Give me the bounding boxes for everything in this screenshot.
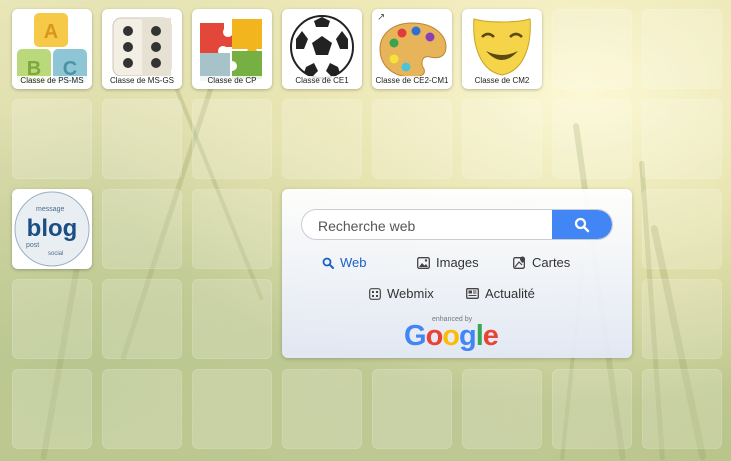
search-icon bbox=[574, 217, 590, 232]
search-widget: Web Images Cartes Webmix bbox=[282, 189, 632, 358]
tile-classe-ce1[interactable]: Classe de CE1 bbox=[282, 9, 362, 89]
tile-classe-ms-gs[interactable]: Classe de MS-GS bbox=[102, 9, 182, 89]
empty-tile[interactable] bbox=[642, 9, 722, 89]
empty-tile[interactable] bbox=[192, 99, 272, 179]
tile-label: Classe de CP bbox=[192, 76, 272, 85]
tile-classe-ps-ms[interactable]: A B C Classe de PS-MS bbox=[12, 9, 92, 89]
empty-tile[interactable] bbox=[642, 369, 722, 449]
empty-tile[interactable] bbox=[642, 189, 722, 269]
empty-tile[interactable] bbox=[12, 279, 92, 359]
empty-tile[interactable] bbox=[192, 369, 272, 449]
empty-tile[interactable] bbox=[372, 99, 452, 179]
empty-tile[interactable] bbox=[192, 279, 272, 359]
tile-label: Classe de CE1 bbox=[282, 76, 362, 85]
empty-tile[interactable] bbox=[102, 99, 182, 179]
empty-tile[interactable] bbox=[282, 99, 362, 179]
blog-word-cloud-icon: message post social blog bbox=[14, 191, 90, 267]
tile-classe-cp[interactable]: Classe de CP bbox=[192, 9, 272, 89]
empty-tile[interactable] bbox=[552, 99, 632, 179]
svg-text:message: message bbox=[36, 206, 65, 213]
newspaper-icon bbox=[466, 288, 479, 299]
option-label: Cartes bbox=[532, 255, 571, 270]
empty-tile[interactable] bbox=[372, 369, 452, 449]
empty-tile[interactable] bbox=[552, 369, 632, 449]
option-label: Web bbox=[340, 255, 367, 270]
search-box bbox=[301, 209, 613, 240]
search-option-webmix[interactable]: Webmix bbox=[369, 286, 434, 301]
empty-tile[interactable] bbox=[462, 99, 542, 179]
empty-tile[interactable] bbox=[462, 369, 542, 449]
search-option-web[interactable]: Web bbox=[322, 255, 367, 270]
empty-tile[interactable] bbox=[552, 9, 632, 89]
google-wordmark: Google bbox=[404, 320, 499, 352]
option-label: Webmix bbox=[387, 286, 434, 301]
empty-tile[interactable] bbox=[642, 99, 722, 179]
tile-classe-cm2[interactable]: Classe de CM2 bbox=[462, 9, 542, 89]
search-input[interactable] bbox=[316, 210, 550, 239]
tile-label: Classe de CE2-CM1 bbox=[372, 76, 452, 85]
empty-tile[interactable] bbox=[102, 189, 182, 269]
tile-label: Classe de PS-MS bbox=[12, 76, 92, 85]
empty-tile[interactable] bbox=[282, 369, 362, 449]
map-icon bbox=[513, 256, 525, 269]
search-icon bbox=[322, 257, 334, 269]
empty-tile[interactable] bbox=[12, 99, 92, 179]
tile-classe-ce2-cm1[interactable]: ↗ Classe de CE2-CM1 bbox=[372, 9, 452, 89]
svg-text:social: social bbox=[48, 251, 63, 257]
image-icon bbox=[417, 256, 430, 269]
external-link-icon: ↗ bbox=[377, 12, 386, 23]
svg-text:A: A bbox=[44, 21, 58, 43]
search-option-cartes[interactable]: Cartes bbox=[513, 255, 570, 270]
google-logo: enhanced by Google bbox=[404, 316, 514, 352]
empty-tile[interactable] bbox=[102, 369, 182, 449]
empty-tile[interactable] bbox=[192, 189, 272, 269]
tile-blog[interactable]: message post social blog bbox=[12, 189, 92, 269]
search-option-images[interactable]: Images bbox=[417, 255, 479, 270]
search-button[interactable] bbox=[552, 210, 612, 239]
option-label: Images bbox=[436, 255, 479, 270]
tile-label: Classe de MS-GS bbox=[102, 76, 182, 85]
grid-icon bbox=[369, 287, 381, 300]
empty-tile[interactable] bbox=[12, 369, 92, 449]
search-option-actualite[interactable]: Actualité bbox=[466, 286, 535, 301]
empty-tile[interactable] bbox=[102, 279, 182, 359]
option-label: Actualité bbox=[485, 286, 535, 301]
blog-text: blog bbox=[27, 215, 78, 242]
svg-text:post: post bbox=[26, 242, 39, 249]
tile-label: Classe de CM2 bbox=[462, 76, 542, 85]
empty-tile[interactable] bbox=[642, 279, 722, 359]
